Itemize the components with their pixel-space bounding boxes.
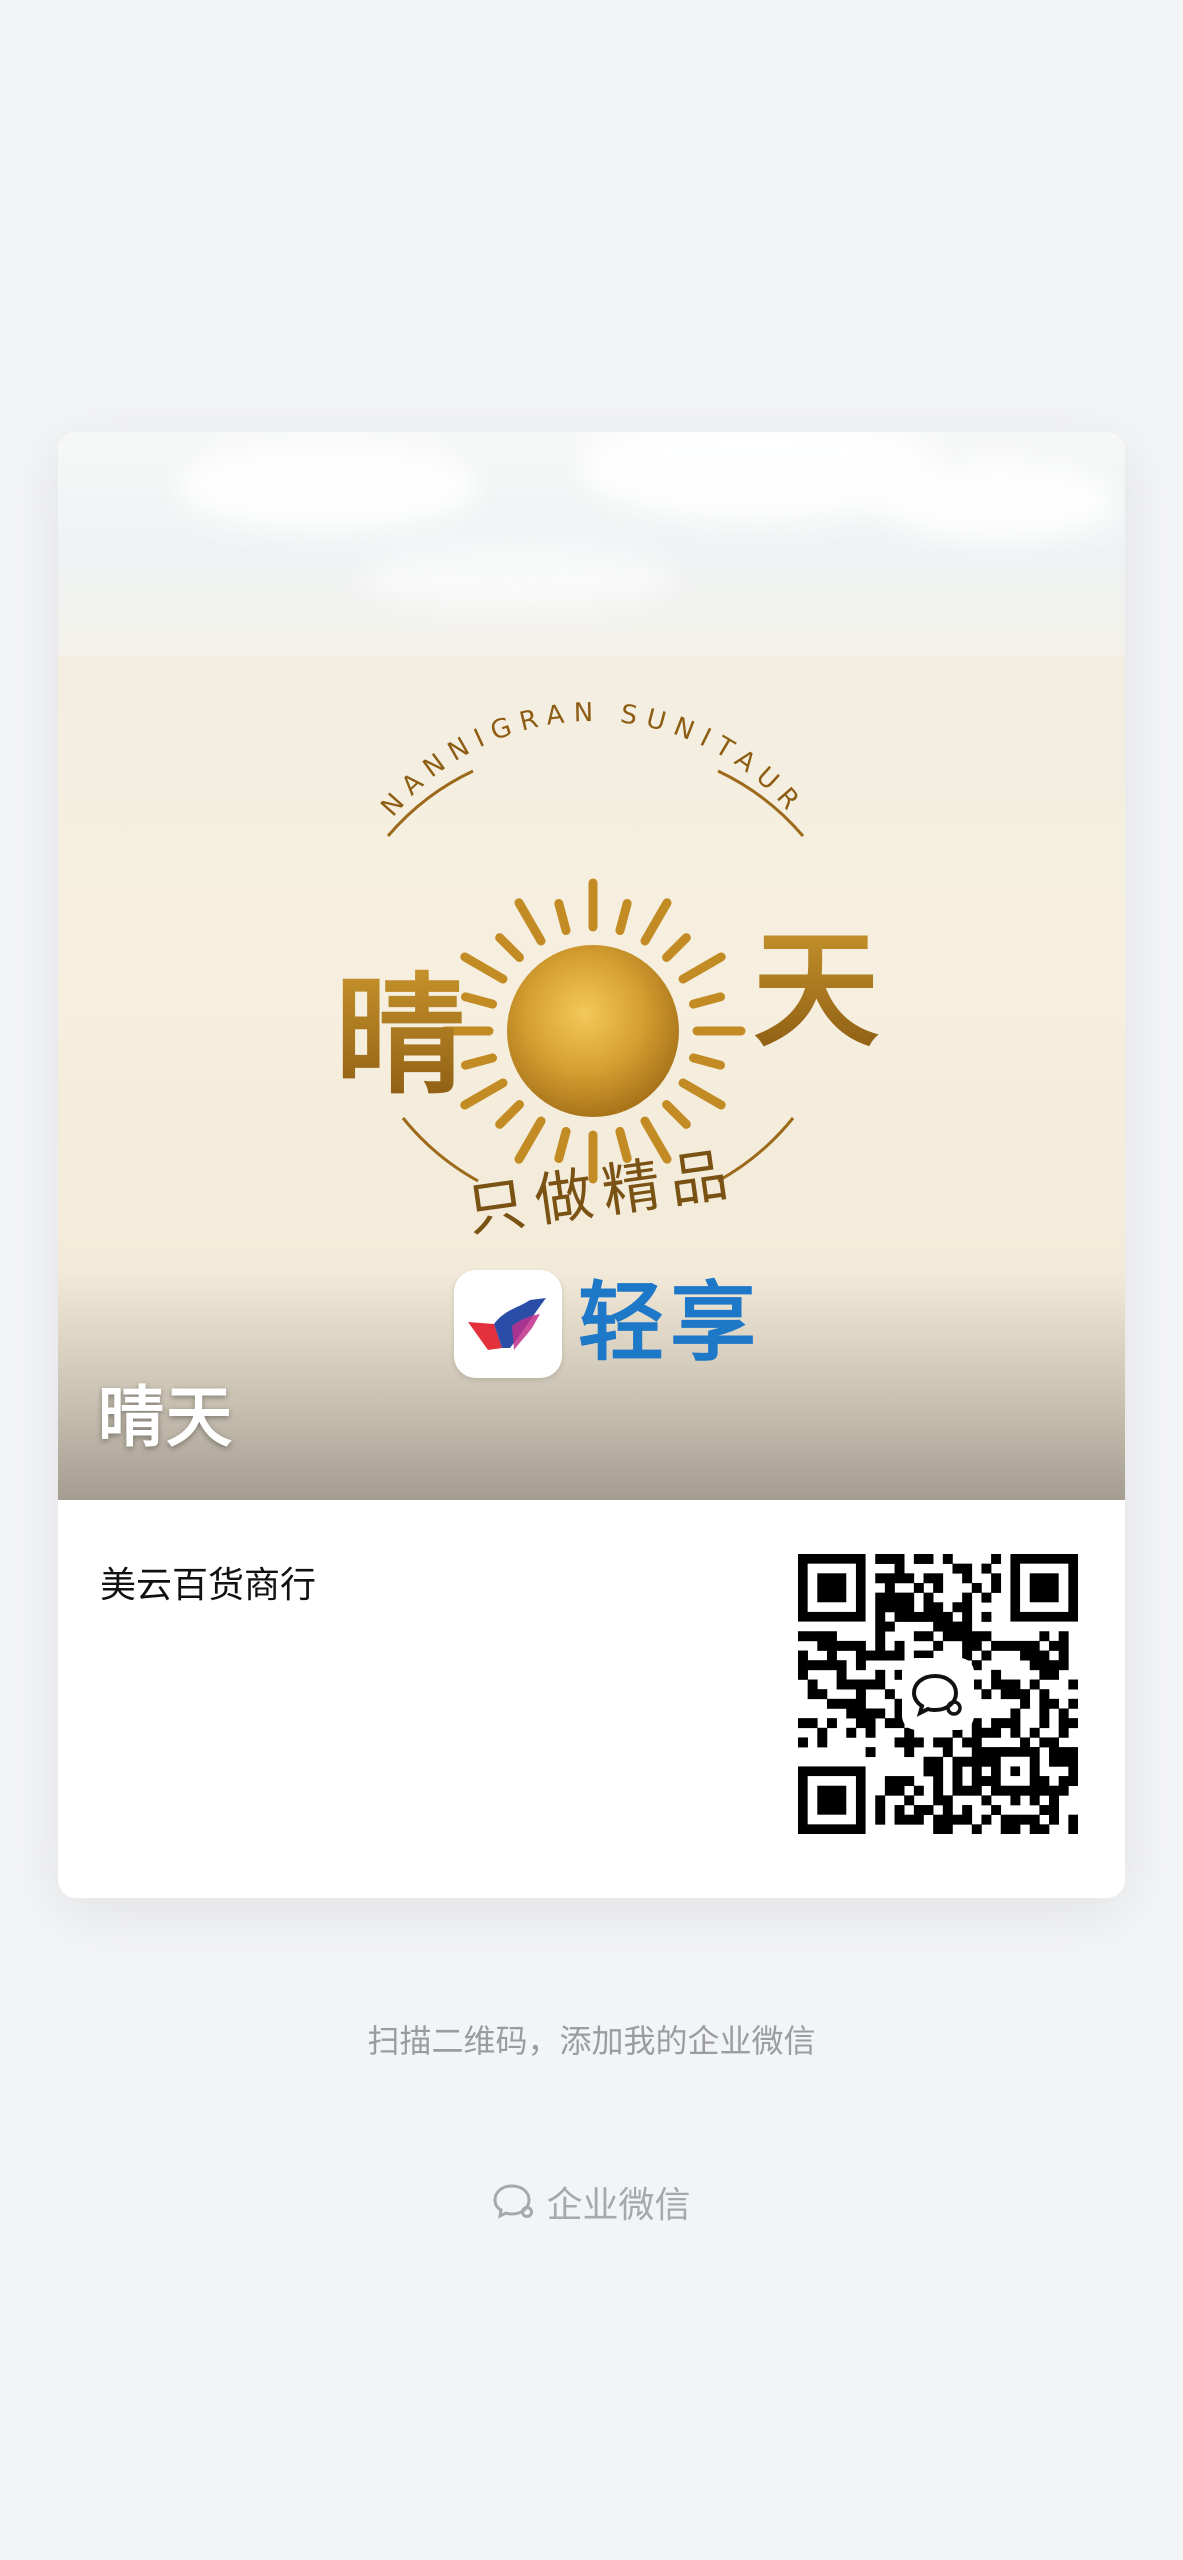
sun-ray bbox=[495, 1100, 524, 1129]
sun-ray bbox=[514, 1116, 546, 1164]
logo-left-char: 晴 bbox=[335, 960, 465, 1112]
sun-ray bbox=[678, 1078, 726, 1110]
sun-ray bbox=[688, 1053, 726, 1070]
scan-hint: 扫描二维码，添加我的企业微信 bbox=[367, 2022, 816, 2060]
qingxiang-logo-icon bbox=[454, 1270, 562, 1378]
sun-ray bbox=[460, 1078, 508, 1110]
brand-logo: NANNIGRAN SUNITAUR 晴 天 只做精品 bbox=[335, 698, 879, 1245]
qr-wecom-icon bbox=[902, 1658, 974, 1730]
page-root: NANNIGRAN SUNITAUR 晴 天 只做精品 轻享 晴天 美云百货商行… bbox=[0, 0, 1183, 2560]
sun-ray bbox=[640, 898, 672, 946]
logo-right-char: 天 bbox=[753, 917, 879, 1064]
logo-arc-text: NANNIGRAN SUNITAUR bbox=[375, 698, 810, 823]
sun-ray bbox=[495, 933, 524, 962]
footer-label: 企业微信 bbox=[546, 2185, 691, 2226]
sun-ray bbox=[615, 898, 632, 936]
sun-ray bbox=[678, 952, 726, 984]
sun-icon bbox=[507, 945, 679, 1117]
footer-brand: 企业微信 bbox=[0, 2174, 1183, 2230]
sun-ray bbox=[460, 952, 508, 984]
sun-ray bbox=[460, 1053, 498, 1070]
cover-title: 晴天 bbox=[98, 1379, 234, 1456]
wecom-icon bbox=[493, 2184, 534, 2219]
sun-ray bbox=[460, 992, 498, 1009]
logo-slogan: 只做精品 bbox=[463, 1139, 742, 1244]
sun-ray bbox=[662, 933, 691, 962]
sun-ray bbox=[554, 898, 571, 936]
sun-ray bbox=[554, 1126, 571, 1164]
qr-code[interactable] bbox=[798, 1554, 1079, 1835]
cover-image: NANNIGRAN SUNITAUR 晴 天 只做精品 轻享 晴天 bbox=[58, 432, 1125, 1500]
brand-name: 轻享 bbox=[578, 1273, 762, 1373]
sun-ray bbox=[514, 898, 546, 946]
sky-band bbox=[58, 432, 1125, 656]
sun-ray bbox=[662, 1100, 691, 1129]
company-name: 美云百货商行 bbox=[100, 1565, 317, 1606]
sun-ray bbox=[688, 992, 726, 1009]
business-card: NANNIGRAN SUNITAUR 晴 天 只做精品 轻享 晴天 美云百货商行 bbox=[58, 432, 1125, 1898]
